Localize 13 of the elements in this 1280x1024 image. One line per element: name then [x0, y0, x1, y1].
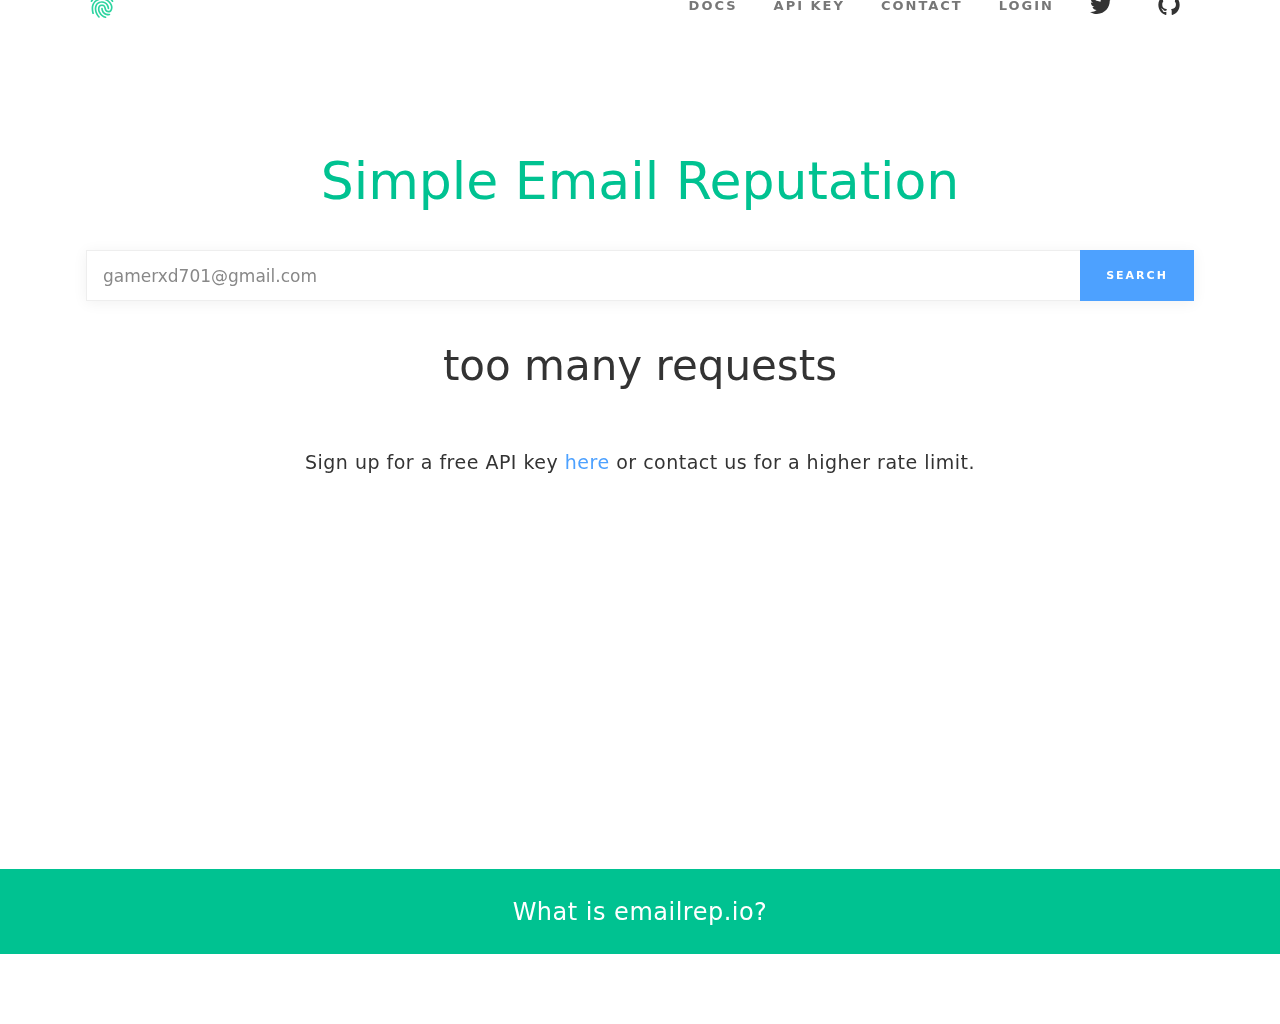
search-button[interactable]: SEARCH — [1080, 250, 1194, 301]
nav-link[interactable]: LOGIN — [998, 0, 1054, 13]
email-field[interactable]: gamerxd701@gmail.com — [86, 250, 1080, 301]
band-title: What is emailrep.io? — [512, 897, 768, 926]
nav-link[interactable]: DOCS — [688, 0, 738, 13]
page-title: Simple Email Reputation — [320, 150, 960, 212]
nav-link[interactable]: API KEY — [773, 0, 845, 13]
nav-link[interactable]: CONTACT — [880, 0, 963, 13]
signup-message: Sign up for a free API key here or contact us for a higher rate limit. — [304, 451, 976, 473]
result-message: too many requests — [442, 341, 838, 391]
github-icon[interactable] — [1158, 0, 1180, 16]
twitter-icon[interactable] — [1090, 0, 1112, 16]
here-link[interactable]: here — [564, 451, 610, 473]
